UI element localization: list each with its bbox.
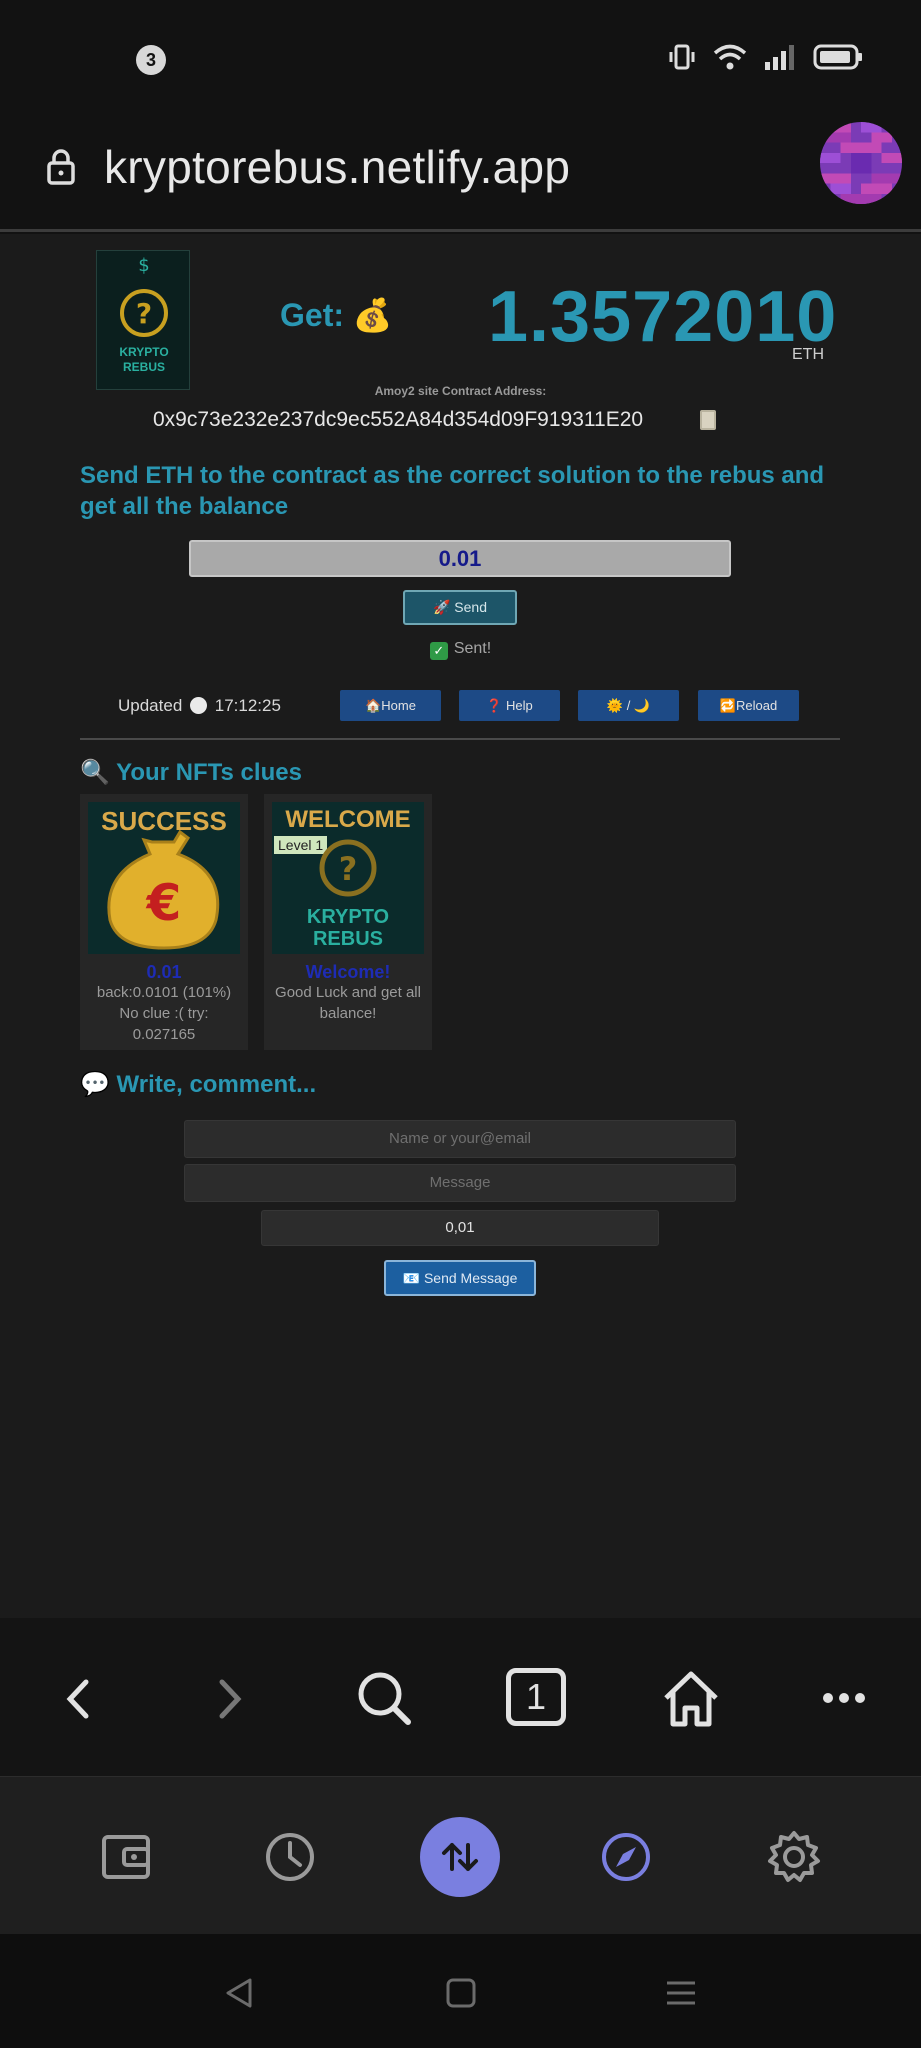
send-status-text: Sent! [453,640,492,657]
system-recents-icon[interactable] [664,1976,698,2010]
name-email-input[interactable]: Name or your@email [184,1120,736,1158]
send-button[interactable]: 🚀 Send [403,590,517,625]
reload-button[interactable]: 🔁Reload [698,690,799,721]
nft-card-welcome[interactable]: WELCOME Level 1 ? KRYPTO REBUS Welcome! … [264,794,432,1050]
status-bar: 3 [0,0,921,112]
system-navigation-bar [0,1934,921,2048]
lock-icon [47,149,75,185]
nft-logo-text: KRYPTO REBUS [306,906,390,950]
notification-count-badge: 3 [136,45,166,75]
more-icon[interactable] [820,1686,868,1710]
svg-text:$: $ [138,255,149,276]
battery-icon [813,44,862,70]
updated-time: 17:12:25 [214,696,281,715]
copy-clipboard-icon[interactable] [700,410,716,430]
instruction-headline: Send ETH to the contract as the correct … [80,462,825,520]
send-message-button[interactable]: 📧 Send Message [384,1260,536,1296]
send-status: ✓ Sent! [0,640,921,660]
contract-address-label: Amoy2 site Contract Address: [374,384,547,398]
svg-text:?: ? [339,850,358,888]
contract-balance: 1.3572010 [488,277,838,357]
nft-card-text: Good Luck and get all balance! [275,984,421,1022]
nft-card-title: Welcome! [305,962,391,982]
eth-amount-input[interactable]: 0.01 [189,540,731,577]
swap-button[interactable] [420,1817,500,1897]
nft-section-title: 🔍 Your NFTs clues [80,759,302,786]
wallet-bottom-nav [0,1776,921,1934]
forward-icon[interactable] [210,1674,250,1724]
wifi-icon [713,44,747,70]
svg-text:?: ? [136,297,152,330]
nft-card-text: back:0.0101 (101%) No clue :( try: 0.027… [96,984,232,1043]
comment-section-title: 💬 Write, comment... [80,1071,317,1098]
url-text[interactable]: kryptorebus.netlify.app [104,140,570,194]
vibrate-icon [669,44,695,70]
settings-gear-icon[interactable] [766,1829,822,1885]
back-icon[interactable] [58,1674,98,1724]
system-home-icon[interactable] [444,1976,478,2010]
home-icon[interactable] [660,1668,722,1730]
krypto-rebus-logo: $ ? KRYPTO REBUS [96,250,190,390]
contract-address[interactable]: 0x9c73e232e237dc9ec552A84d354d09F919311E… [153,408,643,432]
theme-toggle-button[interactable]: 🌞 / 🌙 [578,690,679,721]
nft-image-success: SUCCESS € [88,802,240,954]
balance-unit: ETH [792,346,824,363]
check-icon: ✓ [429,642,448,660]
avatar[interactable] [820,122,902,204]
divider [80,738,840,740]
browser-toolbar: 1 [0,1618,921,1776]
wallet-icon[interactable] [98,1829,154,1885]
explore-compass-icon[interactable] [598,1829,654,1885]
home-button[interactable]: 🏠Home [340,690,441,721]
get-label: Get: 💰 [280,297,393,333]
web-page: $ ? KRYPTO REBUS Get: 💰 1.3572010 ETH Am… [0,234,921,1618]
status-icons [667,42,863,72]
nft-card-success[interactable]: SUCCESS € 0.01 back:0.0101 (101%) No clu… [80,794,248,1050]
comment-amount-input[interactable]: 0,01 [261,1210,659,1246]
search-icon[interactable] [354,1668,414,1728]
history-icon[interactable] [262,1829,318,1885]
clock-icon [190,697,208,714]
browser-url-bar[interactable]: kryptorebus.netlify.app [0,112,921,232]
nft-card-title: 0.01 [146,962,182,982]
updated-info: Updated 17:12:25 [118,696,281,716]
help-button[interactable]: ❓ Help [459,690,560,721]
swap-icon [442,1843,478,1871]
system-back-icon[interactable] [222,1976,256,2010]
message-input[interactable]: Message [184,1164,736,1202]
tab-count-button[interactable]: 1 [506,1668,566,1726]
svg-text:€: € [146,874,182,932]
logo-text: KRYPTO REBUS [119,345,169,374]
updated-label: Updated [118,696,183,715]
signal-icon [765,45,794,70]
nft-image-welcome: WELCOME Level 1 ? KRYPTO REBUS [272,802,424,954]
